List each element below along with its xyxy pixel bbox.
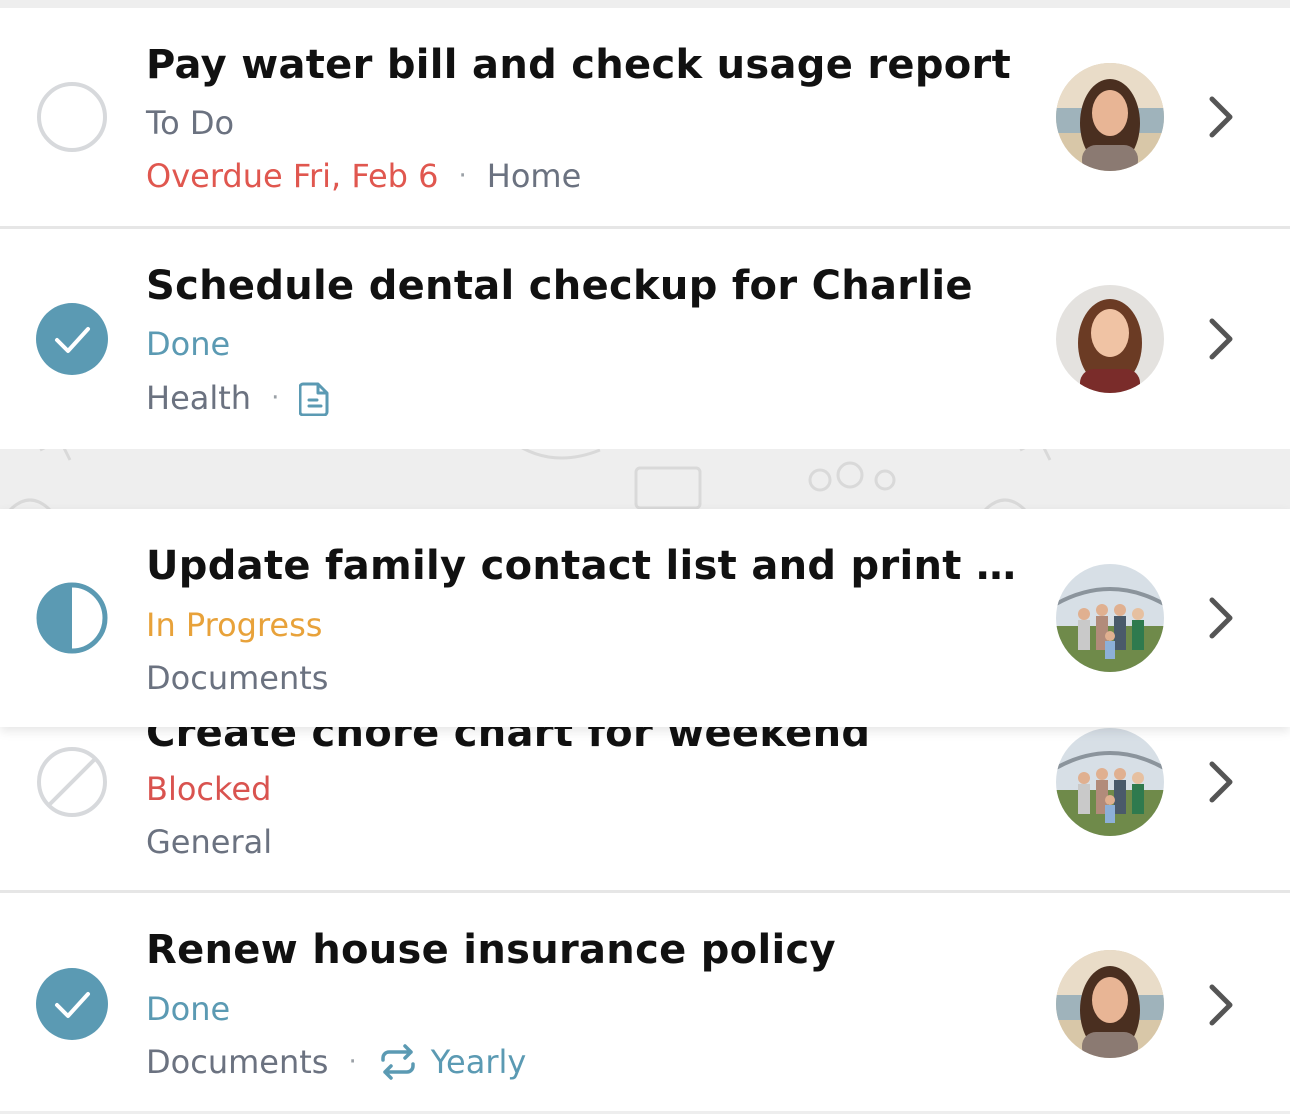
task-title: Schedule dental checkup for Charlie bbox=[146, 263, 973, 309]
check-circle-icon[interactable] bbox=[36, 968, 108, 1040]
task-title: Renew house insurance policy bbox=[146, 927, 836, 973]
task-meta: Overdue Fri, Feb 6 · Home bbox=[146, 157, 581, 195]
separator: · bbox=[271, 383, 280, 413]
chevron-right-icon[interactable] bbox=[1204, 981, 1238, 1029]
task-meta: Health · bbox=[146, 379, 331, 417]
girl-avatar bbox=[1056, 285, 1164, 393]
task-status: Done bbox=[146, 325, 231, 363]
task-status: Done bbox=[146, 990, 231, 1028]
repeat-label: Yearly bbox=[430, 1043, 527, 1081]
family-group-avatar bbox=[1056, 564, 1164, 672]
task-title: Pay water bill and check usage report bbox=[146, 42, 1012, 88]
task-category: General bbox=[146, 823, 273, 861]
task-row[interactable]: Pay water bill and check usage report To… bbox=[0, 8, 1290, 226]
task-category: Documents bbox=[146, 659, 329, 697]
task-title: Update family contact list and print c..… bbox=[146, 543, 1026, 589]
task-row[interactable]: Renew house insurance policy Done Docume… bbox=[0, 893, 1290, 1111]
woman-beach-avatar bbox=[1056, 950, 1164, 1058]
task-status: Blocked bbox=[146, 770, 272, 808]
chevron-right-icon[interactable] bbox=[1204, 594, 1238, 642]
check-circle-icon[interactable] bbox=[36, 303, 108, 375]
separator: · bbox=[458, 161, 467, 191]
woman-beach-avatar bbox=[1056, 63, 1164, 171]
document-icon bbox=[299, 382, 329, 416]
family-group-avatar bbox=[1056, 728, 1164, 836]
blocked-circle-icon[interactable] bbox=[36, 746, 108, 818]
separator: · bbox=[348, 1047, 357, 1077]
chevron-right-icon[interactable] bbox=[1204, 758, 1238, 806]
task-meta: Documents bbox=[146, 659, 328, 697]
task-category: Documents bbox=[146, 1043, 329, 1081]
due-date: Overdue Fri, Feb 6 bbox=[146, 157, 439, 195]
task-category: Home bbox=[486, 157, 582, 195]
half-circle-icon[interactable] bbox=[36, 582, 108, 654]
task-status: In Progress bbox=[146, 606, 323, 644]
empty-circle-icon[interactable] bbox=[36, 81, 108, 153]
task-row[interactable]: Schedule dental checkup for Charlie Done… bbox=[0, 229, 1290, 449]
task-meta: General bbox=[146, 823, 272, 861]
task-status: To Do bbox=[146, 104, 235, 142]
task-row[interactable]: Create chore chart for weekend Blocked G… bbox=[0, 700, 1290, 890]
task-meta: Documents · Yearly bbox=[146, 1043, 526, 1081]
repeat-icon bbox=[380, 1044, 415, 1080]
task-category: Health bbox=[146, 379, 252, 417]
chevron-right-icon[interactable] bbox=[1204, 93, 1238, 141]
chevron-right-icon[interactable] bbox=[1204, 315, 1238, 363]
task-row-dragging[interactable]: Update family contact list and print c..… bbox=[0, 509, 1290, 727]
background-pattern bbox=[8, 440, 1052, 512]
